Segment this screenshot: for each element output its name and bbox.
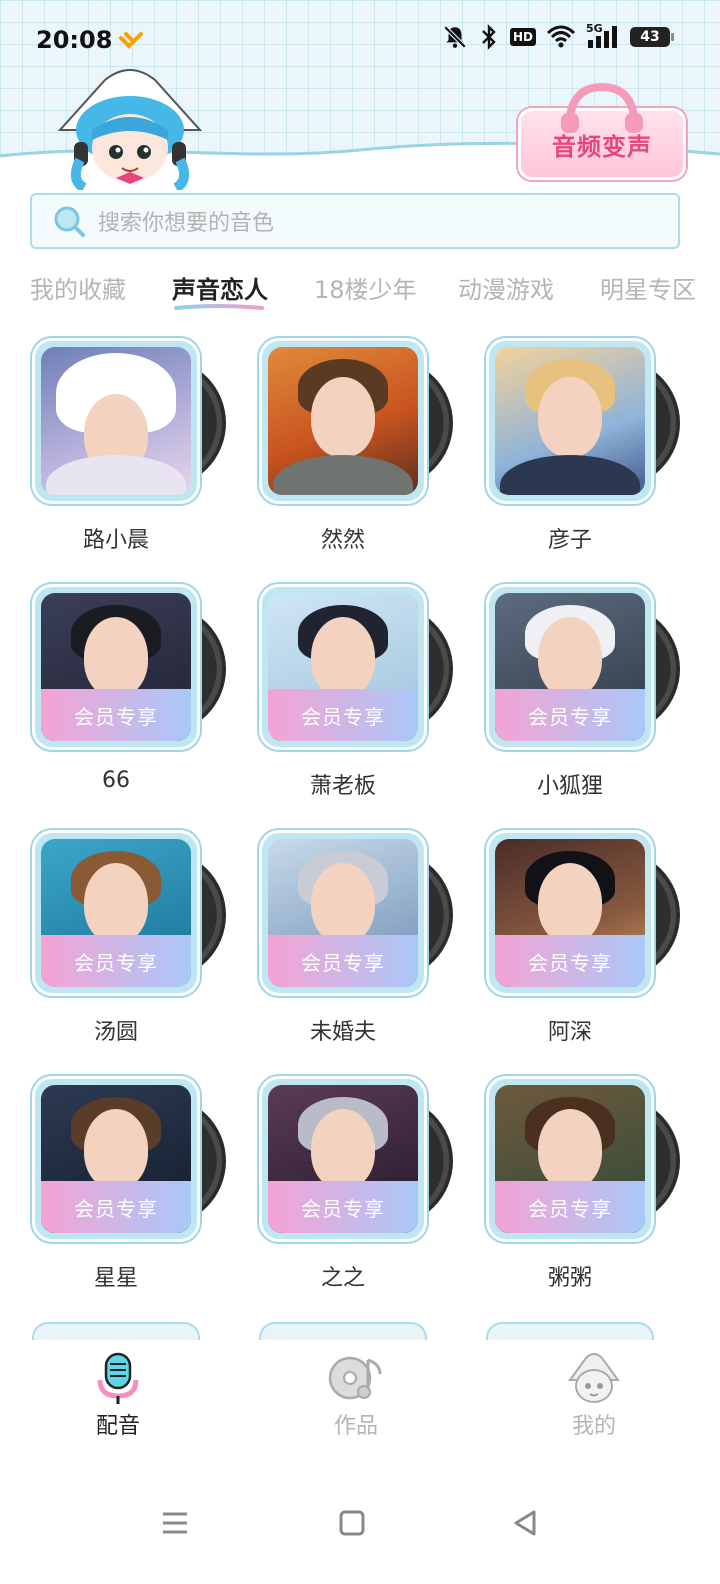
banner-title: 音频变声 xyxy=(552,132,652,161)
system-navigation xyxy=(0,1490,720,1560)
voice-cover-image xyxy=(268,347,418,495)
voice-card[interactable]: 路小晨 xyxy=(0,336,226,576)
tab-voice-lover[interactable]: 声音恋人 xyxy=(172,270,268,310)
nav-works[interactable]: 作品 xyxy=(296,1350,416,1440)
voice-cover-frame xyxy=(32,338,200,504)
nav-label: 作品 xyxy=(333,1414,378,1439)
voice-cover-frame: 会员专享 xyxy=(486,1076,654,1242)
status-bar: 20:08 HD 5G 43 xyxy=(0,20,720,60)
voice-name: 萧老板 xyxy=(309,774,376,799)
voice-name: 路小晨 xyxy=(82,528,149,553)
voice-card[interactable]: 彦子 xyxy=(454,336,680,576)
voice-name: 66 xyxy=(102,768,130,793)
status-icons: HD 5G 43 xyxy=(442,22,674,50)
voice-cover-image: 会员专享 xyxy=(495,1085,645,1233)
voice-name: 彦子 xyxy=(547,528,592,553)
mascot-illustration xyxy=(57,69,203,190)
nav-label: 配音 xyxy=(95,1414,140,1439)
app-notification-icon xyxy=(119,32,143,49)
vip-badge: 会员专享 xyxy=(268,689,418,741)
voice-cover-frame: 会员专享 xyxy=(32,1076,200,1242)
voice-cover-image: 会员专享 xyxy=(495,593,645,741)
signal-icon xyxy=(588,26,617,48)
profile-mascot-icon xyxy=(568,1353,620,1403)
voice-name: 小狐狸 xyxy=(536,774,603,799)
voice-card[interactable]: 会员专享 66 xyxy=(0,582,226,822)
voice-cover-frame: 会员专享 xyxy=(486,830,654,996)
vip-badge: 会员专享 xyxy=(268,935,418,987)
vip-badge: 会员专享 xyxy=(495,1181,645,1233)
mute-bell-icon xyxy=(443,25,467,49)
voice-name: 未婚夫 xyxy=(309,1020,376,1045)
nav-mine[interactable]: 我的 xyxy=(534,1350,654,1440)
voice-card[interactable]: 会员专享 小狐狸 xyxy=(454,582,680,822)
vip-badge: 会员专享 xyxy=(268,1181,418,1233)
voice-card[interactable]: 会员专享 未婚夫 xyxy=(227,828,453,1068)
voice-cover-frame: 会员专享 xyxy=(259,1076,427,1242)
music-disc-icon xyxy=(328,1356,382,1400)
status-time: 20:08 xyxy=(36,26,113,54)
tab-celebrities[interactable]: 明星专区 xyxy=(600,270,696,305)
voice-cover-frame: 会员专享 xyxy=(486,584,654,750)
nav-label: 我的 xyxy=(571,1414,616,1439)
voice-cover-image: 会员专享 xyxy=(268,593,418,741)
vip-badge: 会员专享 xyxy=(495,689,645,741)
voice-cover-frame: 会员专享 xyxy=(259,830,427,996)
back-icon[interactable] xyxy=(510,1508,540,1538)
voice-cover-frame: 会员专享 xyxy=(32,830,200,996)
tab-favorites[interactable]: 我的收藏 xyxy=(30,270,126,305)
headphone-icon xyxy=(561,83,643,133)
tab-anime-games[interactable]: 动漫游戏 xyxy=(458,270,554,305)
battery-indicator: 43 xyxy=(630,27,674,47)
wifi-icon xyxy=(546,25,576,48)
voice-name: 粥粥 xyxy=(547,1266,592,1291)
nav-dubbing[interactable]: 配音 xyxy=(58,1350,178,1440)
vip-badge: 会员专享 xyxy=(41,935,191,987)
home-icon[interactable] xyxy=(337,1508,367,1538)
voice-cover-frame: 会员专享 xyxy=(259,584,427,750)
voice-cover-image xyxy=(41,347,191,495)
voice-cover-image xyxy=(495,347,645,495)
voice-name: 然然 xyxy=(320,528,365,553)
voice-cover-frame xyxy=(486,338,654,504)
voice-cover-image: 会员专享 xyxy=(41,1085,191,1233)
voice-cover-image: 会员专享 xyxy=(495,839,645,987)
menu-icon[interactable] xyxy=(160,1508,190,1538)
bottom-navigation: 配音 作品 我的 xyxy=(0,1340,720,1450)
voice-cover-image: 会员专享 xyxy=(41,593,191,741)
voice-name: 星星 xyxy=(93,1266,138,1291)
voice-card[interactable]: 会员专享 萧老板 xyxy=(227,582,453,822)
network-label: 5G xyxy=(586,22,620,50)
voice-cover-frame: 会员专享 xyxy=(32,584,200,750)
search-icon xyxy=(54,206,85,237)
vip-badge: 会员专享 xyxy=(41,1181,191,1233)
search-placeholder: 搜索你想要的音色 xyxy=(98,211,275,236)
voice-cover-frame xyxy=(259,338,427,504)
voice-card[interactable]: 然然 xyxy=(227,336,453,576)
microphone-icon xyxy=(97,1352,139,1404)
tab-18th-floor-boys[interactable]: 18楼少年 xyxy=(314,270,417,305)
voice-name: 之之 xyxy=(320,1266,365,1291)
voice-cover-image: 会员专享 xyxy=(268,839,418,987)
voice-changer-banner[interactable]: 音频变声 xyxy=(518,83,686,180)
voice-card[interactable]: 会员专享 星星 xyxy=(0,1074,226,1314)
vip-badge: 会员专享 xyxy=(495,935,645,987)
search-bar[interactable]: 搜索你想要的音色 xyxy=(30,193,680,249)
category-tabs: 我的收藏 声音恋人 18楼少年 动漫游戏 明星专区 xyxy=(0,270,720,314)
voice-cover-image: 会员专享 xyxy=(41,839,191,987)
voice-card[interactable]: 会员专享 阿深 xyxy=(454,828,680,1068)
bluetooth-icon xyxy=(482,24,496,50)
vip-badge: 会员专享 xyxy=(41,689,191,741)
voice-name: 汤圆 xyxy=(93,1020,138,1045)
voice-card[interactable]: 会员专享 汤圆 xyxy=(0,828,226,1068)
voice-cover-image: 会员专享 xyxy=(268,1085,418,1233)
voice-card[interactable]: 会员专享 之之 xyxy=(227,1074,453,1314)
voice-name: 阿深 xyxy=(547,1020,592,1045)
voice-card[interactable]: 会员专享 粥粥 xyxy=(454,1074,680,1314)
hd-badge: HD xyxy=(509,28,536,46)
active-tab-underline xyxy=(174,304,264,310)
